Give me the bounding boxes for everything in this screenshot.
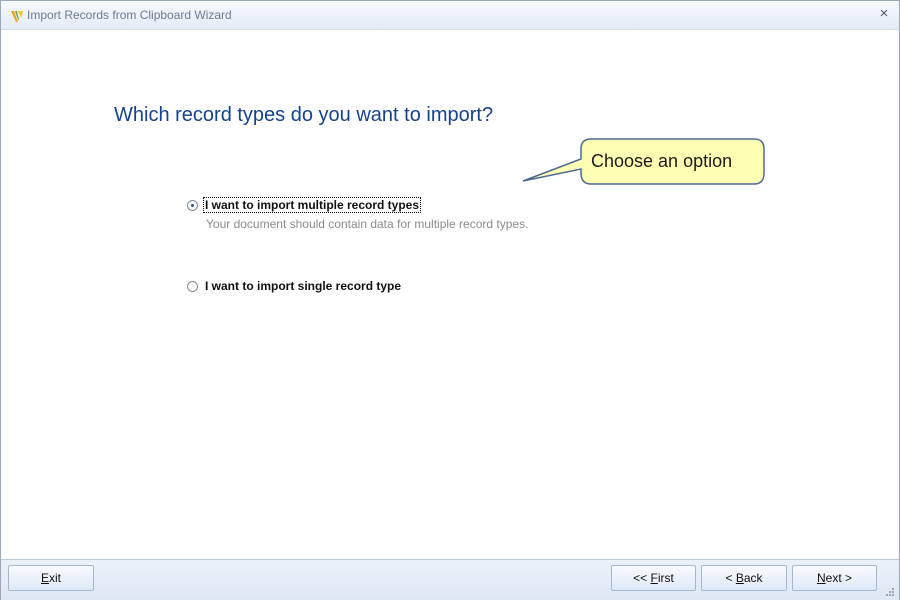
option-multiple-record-types[interactable]: I want to import multiple record types [187,197,422,213]
option-multiple-description: Your document should contain data for mu… [206,217,529,231]
app-logo-icon [11,11,23,22]
close-button[interactable]: × [875,5,893,23]
option-multiple-label[interactable]: I want to import multiple record types [202,197,422,213]
callout-text: Choose an option [591,151,733,171]
exit-button[interactable]: Exit [8,565,94,591]
window-title: Import Records from Clipboard Wizard [27,8,232,22]
wizard-window: Import Records from Clipboard Wizard × W… [0,0,900,600]
next-button[interactable]: Next > [792,565,877,591]
radio-single-record-type[interactable] [187,280,198,292]
first-button[interactable]: << First [611,565,696,591]
page-heading: Which record types do you want to import… [114,104,494,126]
radio-multiple-record-types[interactable] [187,199,198,211]
wizard-footer: Exit << First < Back Next > [1,559,899,600]
close-icon: × [879,5,889,22]
option-single-record-type[interactable]: I want to import single record type [187,279,402,293]
resize-grip-icon[interactable] [885,587,895,597]
back-button[interactable]: < Back [701,565,787,591]
title-bar[interactable]: Import Records from Clipboard Wizard × [1,1,899,30]
option-single-label[interactable]: I want to import single record type [204,279,402,293]
